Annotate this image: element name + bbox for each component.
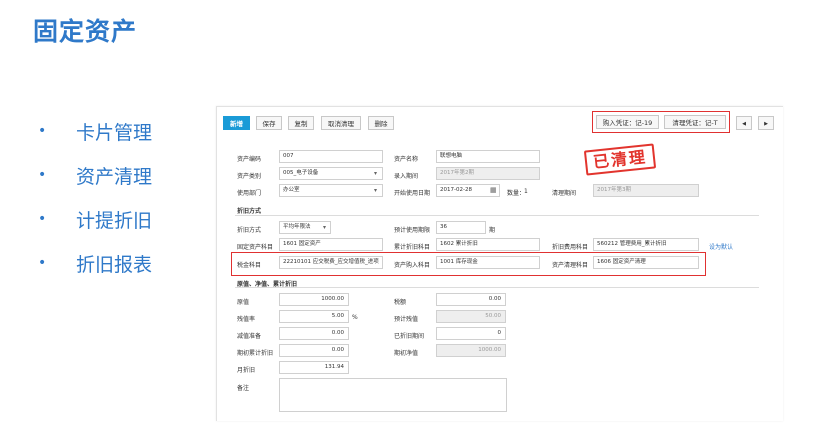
memo-label: 备注 xyxy=(237,385,250,392)
salvage-rate-field[interactable]: 5.00 xyxy=(279,310,349,323)
cleared-stamp: 已清理 xyxy=(583,143,657,176)
entry-period-label: 录入期间 xyxy=(394,173,419,180)
monthly-depr-field[interactable]: 131.94 xyxy=(279,361,349,374)
salvage-field: 50.00 xyxy=(436,310,506,323)
accum-acct-label: 累计折旧科目 xyxy=(394,244,431,251)
bullet-text: 资产清理 xyxy=(76,166,153,188)
expense-acct-label: 折旧费用科目 xyxy=(552,244,589,251)
chevron-down-icon[interactable]: ▾ xyxy=(374,187,377,194)
slide-title: 固定资产 xyxy=(33,17,138,46)
begin-accum-field[interactable]: 0.00 xyxy=(279,344,349,357)
category-label: 资产类别 xyxy=(237,173,262,180)
begin-net-label: 期初净值 xyxy=(394,350,419,357)
chevron-down-icon[interactable]: ▾ xyxy=(323,224,326,231)
cancel-clear-button[interactable]: 取消清理 xyxy=(321,116,361,130)
tax-acct-field[interactable]: 22210101 应交税费_应交增值税_进项 xyxy=(279,256,383,269)
tax-field[interactable]: 0.00 xyxy=(436,293,506,306)
tax-label: 税额 xyxy=(394,299,407,306)
chevron-down-icon[interactable]: ▾ xyxy=(374,170,377,177)
entry-period-field: 2017年第2期 xyxy=(436,167,540,180)
begin-net-field: 1000.00 xyxy=(436,344,506,357)
next-icon[interactable]: ▶ xyxy=(758,116,774,130)
asset-name-label: 资产名称 xyxy=(394,156,419,163)
begin-accum-label: 期初累计折旧 xyxy=(237,350,274,357)
purchase-acct-field[interactable]: 1001 库存现金 xyxy=(436,256,540,269)
monthly-depr-label: 月折旧 xyxy=(237,367,256,374)
clear-voucher-button[interactable]: 清理凭证：记-T xyxy=(664,115,726,129)
depr-periods-field[interactable]: 0 xyxy=(436,327,506,340)
bullet-text: 计提折旧 xyxy=(76,210,153,232)
memo-textarea[interactable] xyxy=(279,378,507,412)
prev-icon[interactable]: ◀ xyxy=(736,116,752,130)
start-date-label: 开始使用日期 xyxy=(394,190,431,197)
save-button[interactable]: 保存 xyxy=(256,116,282,130)
percent-sign: % xyxy=(352,314,358,321)
asset-name-field[interactable]: 联想电脑 xyxy=(436,150,540,163)
asset-card-panel: 新增 保存 复制 取消清理 删除 购入凭证：记-19 清理凭证：记-T ◀ ▶ … xyxy=(216,106,783,421)
clear-acct-label: 资产清理科目 xyxy=(552,262,589,269)
clear-period-field: 2017年第3期 xyxy=(593,184,699,197)
depr-periods-label: 已折旧期间 xyxy=(394,333,425,340)
asset-code-field[interactable]: 007 xyxy=(279,150,383,163)
dept-select[interactable]: 办公室 xyxy=(279,184,383,197)
depreciation-section-title: 折旧方式 xyxy=(237,208,262,215)
qty-label: 数量： xyxy=(507,190,526,197)
section-divider xyxy=(235,287,759,288)
useful-life-unit: 期 xyxy=(489,227,496,234)
bullet-text: 折旧报表 xyxy=(76,254,153,276)
expense-acct-field[interactable]: 560212 管理费用_累计折旧 xyxy=(593,238,699,251)
category-select[interactable]: 005_电子设备 xyxy=(279,167,383,180)
useful-life-label: 预计使用期限 xyxy=(394,227,431,234)
calendar-icon[interactable]: ▦ xyxy=(490,186,497,194)
useful-life-field[interactable]: 36 xyxy=(436,221,486,234)
delete-button[interactable]: 删除 xyxy=(368,116,394,130)
impair-label: 减值准备 xyxy=(237,333,262,340)
new-button[interactable]: 新增 xyxy=(223,116,250,130)
impair-field[interactable]: 0.00 xyxy=(279,327,349,340)
accum-acct-field[interactable]: 1602 累计折旧 xyxy=(436,238,540,251)
section-divider xyxy=(235,215,759,216)
depr-method-label: 折旧方式 xyxy=(237,227,262,234)
qty-value: 1 xyxy=(524,188,528,195)
purchase-acct-label: 资产购入科目 xyxy=(394,262,431,269)
bullet-text: 卡片管理 xyxy=(76,122,153,144)
asset-code-label: 资产编码 xyxy=(237,156,262,163)
clear-acct-field[interactable]: 1606 固定资产清理 xyxy=(593,256,699,269)
orig-value-label: 原值 xyxy=(237,299,250,306)
dept-label: 使用部门 xyxy=(237,190,262,197)
copy-button[interactable]: 复制 xyxy=(288,116,314,130)
set-default-link[interactable]: 设为默认 xyxy=(709,242,733,251)
fixed-acct-field[interactable]: 1601 固定资产 xyxy=(279,238,383,251)
clear-period-label: 清理期间 xyxy=(552,190,577,197)
salvage-label: 预计残值 xyxy=(394,316,419,323)
orig-value-field[interactable]: 1000.00 xyxy=(279,293,349,306)
purchase-voucher-button[interactable]: 购入凭证：记-19 xyxy=(596,115,659,129)
tax-acct-label: 税金科目 xyxy=(237,262,262,269)
fixed-acct-label: 固定资产科目 xyxy=(237,244,274,251)
salvage-rate-label: 残值率 xyxy=(237,316,256,323)
